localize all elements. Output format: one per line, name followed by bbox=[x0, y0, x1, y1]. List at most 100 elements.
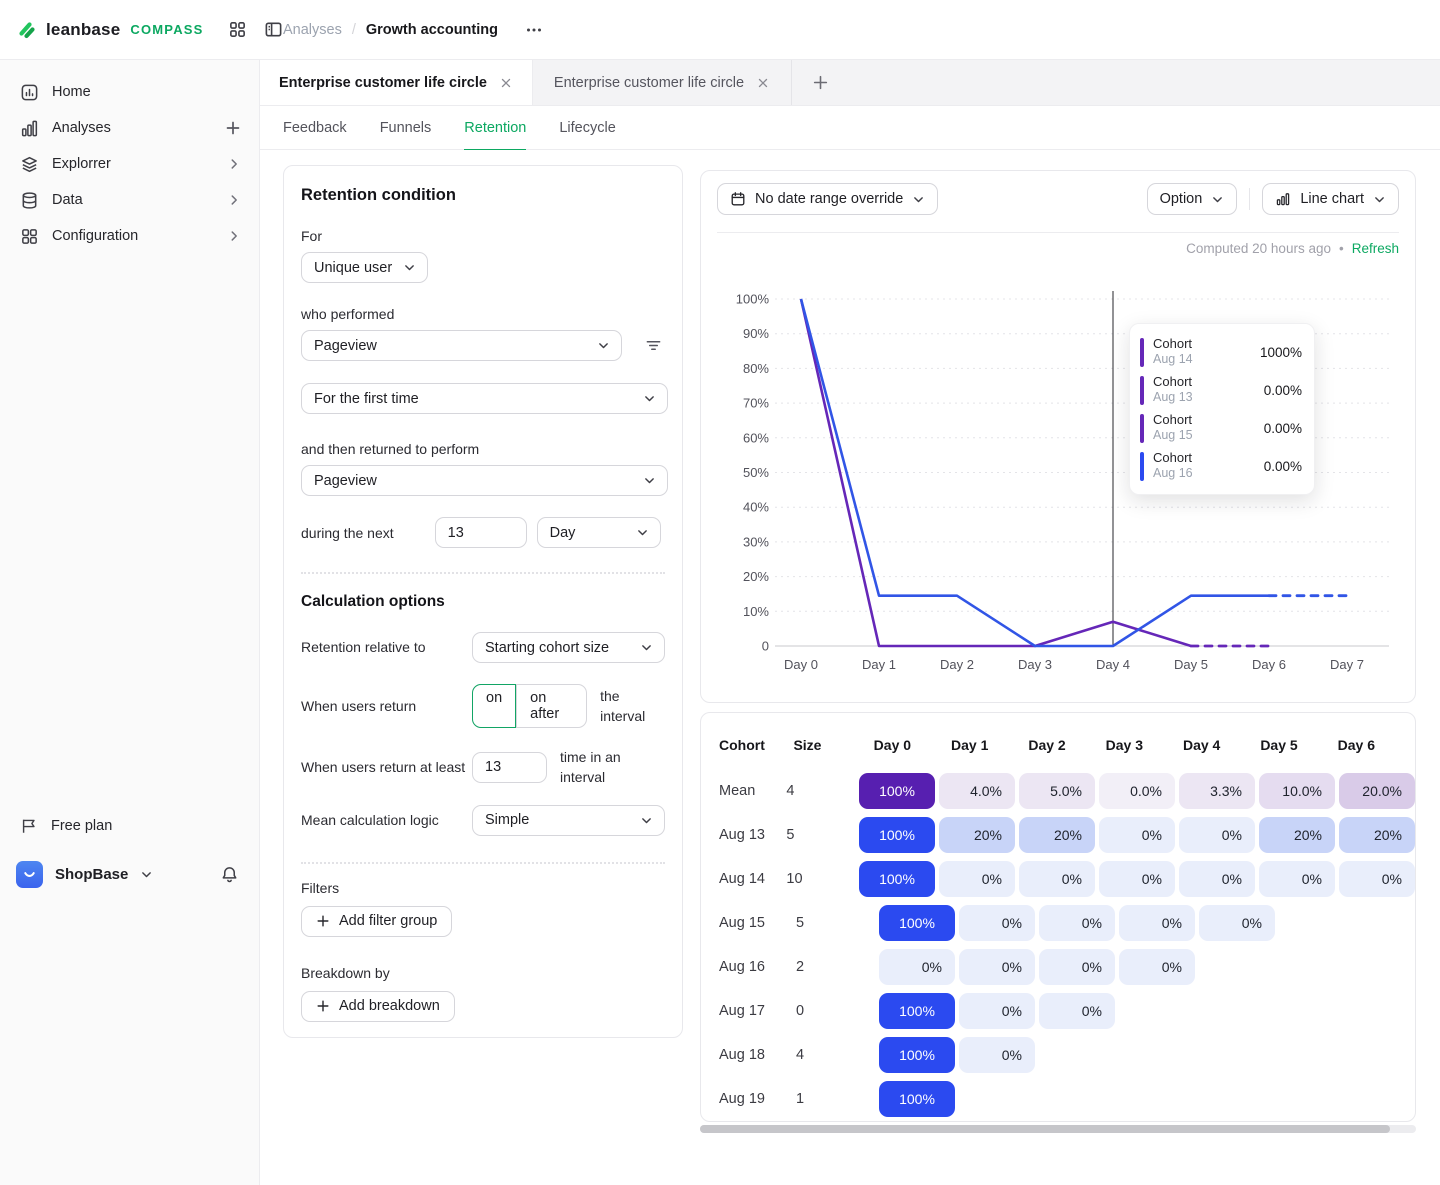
workspace-switcher[interactable]: ShopBase bbox=[0, 852, 259, 896]
unit-select[interactable]: Unique user bbox=[301, 252, 428, 283]
series-color-bar bbox=[1140, 452, 1144, 481]
new-tab-button[interactable] bbox=[792, 60, 848, 105]
retention-cell[interactable]: 0% bbox=[1039, 949, 1115, 985]
chart-type-select[interactable]: Line chart bbox=[1262, 183, 1399, 215]
add-breakdown-button[interactable]: Add breakdown bbox=[301, 991, 455, 1022]
tab-feedback[interactable]: Feedback bbox=[283, 106, 347, 150]
retention-cell[interactable]: 3.3% bbox=[1179, 773, 1255, 809]
tab-enterprise-customer-life-circle-1[interactable]: Enterprise customer life circle bbox=[260, 60, 533, 105]
tooltip-series-name: Cohort bbox=[1153, 450, 1193, 466]
at-least-label: When users return at least bbox=[301, 757, 472, 777]
retention-cell[interactable]: 0% bbox=[1259, 861, 1335, 897]
retention-cell[interactable]: 100% bbox=[879, 1081, 955, 1117]
retention-cell[interactable]: 100% bbox=[859, 773, 935, 809]
tooltip-row: CohortAug 141000% bbox=[1140, 333, 1302, 371]
during-unit-select[interactable]: Day bbox=[537, 517, 661, 548]
retention-cell[interactable]: 0.0% bbox=[1099, 773, 1175, 809]
retention-cell[interactable]: 0% bbox=[1339, 861, 1415, 897]
retention-cell[interactable]: 0% bbox=[1039, 905, 1115, 941]
first-time-select[interactable]: For the first time bbox=[301, 383, 668, 414]
tab-retention[interactable]: Retention bbox=[464, 106, 526, 150]
relative-select-value: Starting cohort size bbox=[485, 640, 609, 656]
close-icon[interactable] bbox=[756, 76, 770, 90]
chevron-right-icon bbox=[227, 229, 241, 243]
add-analysis-icon[interactable] bbox=[225, 120, 241, 136]
refresh-link[interactable]: Refresh bbox=[1352, 241, 1399, 256]
close-icon[interactable] bbox=[499, 76, 513, 90]
retention-cell[interactable]: 20% bbox=[1339, 817, 1415, 853]
retention-cell[interactable]: 100% bbox=[879, 905, 955, 941]
retention-cell[interactable]: 0% bbox=[1039, 993, 1115, 1029]
sidebar-item-label: Analyses bbox=[52, 120, 111, 136]
svg-text:100%: 100% bbox=[736, 292, 770, 307]
retention-cell[interactable]: 100% bbox=[879, 1037, 955, 1073]
retention-cell[interactable]: 0% bbox=[939, 861, 1015, 897]
chart-tooltip: CohortAug 141000%CohortAug 130.00%Cohort… bbox=[1129, 323, 1315, 495]
during-value-input[interactable] bbox=[435, 517, 527, 548]
retention-cell[interactable]: 4.0% bbox=[939, 773, 1015, 809]
retention-cell[interactable]: 0% bbox=[1019, 861, 1095, 897]
retention-cell[interactable]: 0% bbox=[959, 905, 1035, 941]
column-header: Day 4 bbox=[1183, 737, 1260, 753]
scrollbar-thumb[interactable] bbox=[700, 1125, 1390, 1133]
svg-text:90%: 90% bbox=[743, 326, 769, 341]
more-options-icon[interactable] bbox=[522, 18, 546, 42]
retention-cell[interactable]: 0% bbox=[1199, 905, 1275, 941]
sidebar-toggle-icon[interactable] bbox=[262, 18, 286, 42]
sidebar-item-explorrer[interactable]: Explorrer bbox=[0, 146, 259, 182]
segment-on-after[interactable]: on after bbox=[516, 685, 586, 727]
cohort-row: Aug 155100%0%0%0%0% bbox=[719, 901, 1415, 945]
add-filter-group-button[interactable]: Add filter group bbox=[301, 906, 452, 937]
retention-cell[interactable]: 0% bbox=[1099, 817, 1175, 853]
dot-separator: • bbox=[1339, 241, 1344, 256]
retention-cell[interactable]: 0% bbox=[1119, 905, 1195, 941]
relative-select[interactable]: Starting cohort size bbox=[472, 632, 665, 663]
retention-cell[interactable]: 20% bbox=[939, 817, 1015, 853]
retention-cell[interactable]: 0% bbox=[959, 1037, 1035, 1073]
event-select[interactable]: Pageview bbox=[301, 330, 622, 361]
retention-cell[interactable]: 20.0% bbox=[1339, 773, 1415, 809]
cohort-row: Mean4100%4.0%5.0%0.0%3.3%10.0%20.0% bbox=[719, 769, 1415, 813]
column-header: Day 2 bbox=[1028, 737, 1105, 753]
retention-cell[interactable]: 0% bbox=[879, 949, 955, 985]
retention-cell[interactable]: 0% bbox=[1119, 949, 1195, 985]
apps-grid-icon[interactable] bbox=[226, 18, 250, 42]
filters-title: Filters bbox=[301, 880, 665, 896]
database-icon bbox=[20, 191, 39, 210]
retention-cell[interactable]: 20% bbox=[1019, 817, 1095, 853]
bar-chart-icon bbox=[20, 119, 39, 138]
retention-cell[interactable]: 20% bbox=[1259, 817, 1335, 853]
tooltip-series-value: 0.00% bbox=[1264, 421, 1302, 436]
sidebar-item-configuration[interactable]: Configuration bbox=[0, 218, 259, 254]
retention-cell[interactable]: 0% bbox=[1099, 861, 1175, 897]
notifications-bell-icon[interactable] bbox=[217, 862, 241, 886]
retention-cell[interactable]: 5.0% bbox=[1019, 773, 1095, 809]
date-range-select[interactable]: No date range override bbox=[717, 183, 938, 215]
return-event-select[interactable]: Pageview bbox=[301, 465, 668, 496]
retention-cell[interactable]: 0% bbox=[1179, 817, 1255, 853]
sidebar-item-analyses[interactable]: Analyses bbox=[0, 110, 259, 146]
plan-badge[interactable]: Free plan bbox=[0, 808, 259, 844]
retention-condition-panel: Retention condition For Unique user who … bbox=[283, 165, 683, 1038]
retention-cell[interactable]: 0% bbox=[959, 949, 1035, 985]
retention-cell[interactable]: 100% bbox=[859, 861, 935, 897]
svg-text:Day 0: Day 0 bbox=[784, 657, 818, 672]
mean-select[interactable]: Simple bbox=[472, 805, 665, 836]
retention-cell[interactable]: 100% bbox=[859, 817, 935, 853]
tab-funnels[interactable]: Funnels bbox=[380, 106, 432, 150]
segment-on[interactable]: on bbox=[472, 684, 516, 728]
mean-select-value: Simple bbox=[485, 812, 529, 828]
sidebar-item-data[interactable]: Data bbox=[0, 182, 259, 218]
tab-enterprise-customer-life-circle-2[interactable]: Enterprise customer life circle bbox=[533, 60, 792, 105]
breadcrumb-parent[interactable]: Analyses bbox=[283, 22, 342, 38]
option-select[interactable]: Option bbox=[1147, 183, 1238, 215]
at-least-value-input[interactable] bbox=[472, 752, 547, 783]
filter-icon[interactable] bbox=[641, 334, 665, 358]
retention-cell[interactable]: 100% bbox=[879, 993, 955, 1029]
retention-cell[interactable]: 0% bbox=[1179, 861, 1255, 897]
sidebar-item-home[interactable]: Home bbox=[0, 74, 259, 110]
retention-cell[interactable]: 0% bbox=[959, 993, 1035, 1029]
tab-lifecycle[interactable]: Lifecycle bbox=[559, 106, 615, 150]
cohort-label: Aug 13 bbox=[719, 827, 786, 843]
retention-cell[interactable]: 10.0% bbox=[1259, 773, 1335, 809]
